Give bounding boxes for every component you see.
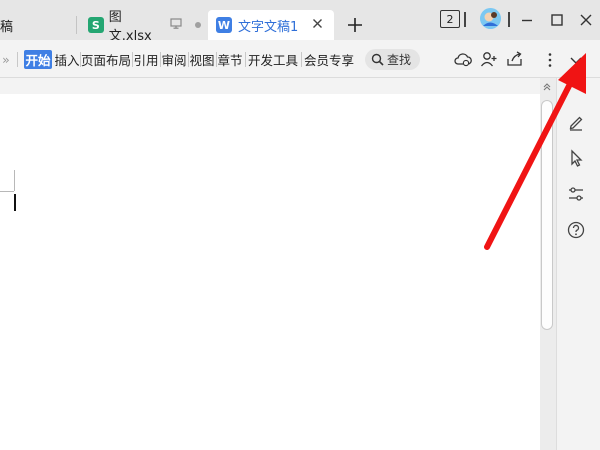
scrollbar-thumb[interactable] xyxy=(541,100,553,330)
text-cursor xyxy=(14,194,16,211)
page-top-gap xyxy=(0,78,540,94)
divider xyxy=(301,52,302,67)
more-vertical-icon[interactable] xyxy=(543,51,557,69)
tab-count-badge[interactable]: 2 xyxy=(440,10,460,28)
tab-spreadsheet[interactable]: S 图文.xlsx xyxy=(80,10,202,44)
divider xyxy=(17,52,18,67)
menu-chapter[interactable]: 章节 xyxy=(217,50,243,69)
pointer-icon[interactable] xyxy=(564,146,588,170)
monitor-icon xyxy=(170,17,182,33)
menu-insert[interactable]: 插入 xyxy=(54,50,80,69)
document-page[interactable] xyxy=(0,94,540,450)
tab-label: 文字文稿1 xyxy=(238,19,299,35)
search-button[interactable]: 查找 xyxy=(365,49,420,70)
menu-member-exclusive[interactable]: 会员专享 xyxy=(303,50,355,69)
menu-page-layout[interactable]: 页面布局 xyxy=(81,50,131,69)
divider xyxy=(464,12,466,27)
menu-view[interactable]: 视图 xyxy=(189,50,215,69)
menu-developer-tools[interactable]: 开发工具 xyxy=(247,50,299,69)
writer-w-icon: W xyxy=(216,17,232,33)
menu-references[interactable]: 引用 xyxy=(133,50,159,69)
share-collab-icon[interactable] xyxy=(480,50,498,68)
scroll-up-arrow-icon[interactable] xyxy=(540,80,554,94)
tab-divider xyxy=(76,16,77,34)
unsaved-dot-icon[interactable] xyxy=(194,18,202,33)
avatar[interactable] xyxy=(480,8,501,29)
sliders-icon[interactable] xyxy=(564,182,588,206)
pencil-icon[interactable] xyxy=(564,110,588,134)
tab-label: 图文.xlsx xyxy=(108,10,152,44)
close-window-icon[interactable] xyxy=(578,12,594,28)
wps-writer-window: 稿 S 图文.xlsx W 文字文稿1 2 » 开始 插入 页面布局 引用 审阅… xyxy=(0,0,600,450)
tab-partial-document[interactable]: 稿 xyxy=(0,10,50,40)
spreadsheet-s-icon: S xyxy=(88,17,104,33)
search-icon xyxy=(371,53,384,66)
margin-marker-horizontal xyxy=(0,191,14,192)
cloud-sync-icon[interactable] xyxy=(453,50,473,68)
minimize-icon[interactable] xyxy=(519,12,535,28)
tab-label: 稿 xyxy=(0,19,14,35)
export-share-icon[interactable] xyxy=(506,50,524,68)
search-label: 查找 xyxy=(387,53,412,67)
ribbon-menu-bar: » 开始 插入 页面布局 引用 审阅 视图 章节 开发工具 会员专享 查找 xyxy=(0,40,600,78)
tab-count-value: 2 xyxy=(446,12,454,26)
divider xyxy=(245,52,246,67)
tab-bar: 稿 S 图文.xlsx W 文字文稿1 2 xyxy=(0,0,600,44)
new-tab-plus-icon[interactable] xyxy=(345,15,365,35)
collapse-ribbon-chevron-icon[interactable] xyxy=(568,53,584,67)
menu-home[interactable]: 开始 xyxy=(24,50,52,69)
divider xyxy=(508,12,510,27)
maximize-icon[interactable] xyxy=(549,12,565,28)
close-tab-icon[interactable] xyxy=(312,18,323,33)
margin-marker-vertical xyxy=(14,170,15,191)
menu-overflow-icon[interactable]: » xyxy=(0,50,12,69)
divider xyxy=(532,50,534,68)
menu-review[interactable]: 审阅 xyxy=(161,50,187,69)
help-icon[interactable] xyxy=(564,218,588,242)
tab-document-active[interactable]: W 文字文稿1 xyxy=(208,10,334,40)
